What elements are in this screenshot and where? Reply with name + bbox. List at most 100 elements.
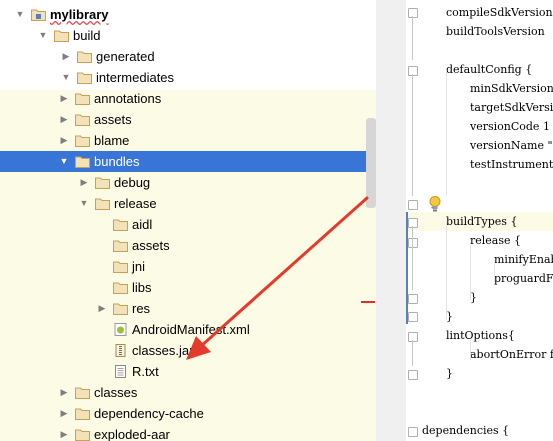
expand-arrow-down-icon[interactable]: ▼ <box>58 151 70 172</box>
tree-item-label: libs <box>132 280 152 295</box>
tree-item-intermediates[interactable]: ▼ intermediates <box>0 67 376 88</box>
project-tree-panel: ▼ mylibrary ▼ build ▶ generated ▼ intermediates… <box>0 0 376 441</box>
fold-toggle-icon[interactable] <box>408 8 418 18</box>
fold-toggle-icon[interactable] <box>408 218 418 228</box>
expand-arrow-right-icon[interactable]: ▶ <box>58 403 70 424</box>
tree-item-label: blame <box>94 133 130 148</box>
fold-toggle-icon[interactable] <box>408 238 418 248</box>
tree-item-res[interactable]: ▶ res <box>0 298 376 319</box>
expand-arrow-right-icon[interactable]: ▶ <box>58 424 70 441</box>
expand-arrow-right-icon[interactable]: ▶ <box>60 46 72 67</box>
code-line: buildToolsVersion <box>446 25 545 38</box>
fold-guide <box>412 340 413 366</box>
folder-icon <box>75 93 90 105</box>
expand-arrow-right-icon[interactable]: ▶ <box>58 130 70 151</box>
expand-arrow-right-icon[interactable]: ▶ <box>58 88 70 109</box>
text-file-icon <box>115 365 126 378</box>
tree-item-r-txt[interactable]: R.txt <box>0 361 376 382</box>
fold-toggle-icon[interactable] <box>408 66 418 76</box>
expand-arrow-down-icon[interactable]: ▼ <box>14 4 26 25</box>
folder-icon <box>95 177 110 189</box>
tree-item-label: build <box>73 28 101 43</box>
tree-item-label: intermediates <box>96 70 175 85</box>
fold-toggle-icon[interactable] <box>408 427 418 437</box>
tree-item-label: classes.jar <box>132 343 194 358</box>
fold-toggle-icon[interactable] <box>408 312 418 322</box>
indent-guide <box>446 70 447 195</box>
folder-icon <box>75 408 90 420</box>
tree-scrollbar[interactable] <box>366 118 376 208</box>
tree-item-androidmanifest-xml[interactable]: AndroidManifest.xml <box>0 319 376 340</box>
fold-guide <box>412 226 413 290</box>
folder-icon <box>113 219 128 231</box>
folder-icon <box>77 51 92 63</box>
fold-guide <box>412 16 413 60</box>
tree-item-libs[interactable]: libs <box>0 277 376 298</box>
tree-item-release[interactable]: ▼ release <box>0 193 376 214</box>
tree-item-label: R.txt <box>132 364 159 379</box>
tree-item-label: generated <box>96 49 155 64</box>
folder-icon <box>75 114 90 126</box>
folder-icon <box>95 198 110 210</box>
tree-item-label: jni <box>132 259 146 274</box>
tree-item-dependency-cache[interactable]: ▶ dependency-cache <box>0 403 376 424</box>
tree-item-generated[interactable]: ▶ generated <box>0 46 376 67</box>
tree-item-assets[interactable]: ▶ assets <box>0 109 376 130</box>
folder-icon <box>113 282 128 294</box>
lightbulb-icon[interactable] <box>428 195 442 213</box>
tree-item-classes-jar[interactable]: classes.jar <box>0 340 376 361</box>
folder-icon <box>75 156 90 168</box>
tree-item-exploded-aar[interactable]: ▶ exploded-aar <box>0 424 376 441</box>
tree-item-assets[interactable]: assets <box>0 235 376 256</box>
code-line: minSdkVersion <box>470 82 553 95</box>
tree-item-debug[interactable]: ▶ debug <box>0 172 376 193</box>
code-line: release { <box>470 234 522 247</box>
tree-item-blame[interactable]: ▶ blame <box>0 130 376 151</box>
tree-item-build[interactable]: ▼ build <box>0 25 376 46</box>
tree-item-label: debug <box>114 175 151 190</box>
indent-guide <box>494 262 495 282</box>
tree-item-label: bundles <box>94 154 140 169</box>
indent-guide <box>470 340 471 360</box>
tree-item-bundles[interactable]: ▼ bundles <box>0 151 376 172</box>
android-manifest-icon <box>114 323 127 336</box>
code-line: abortOnError f <box>470 348 553 361</box>
code-line: } <box>470 291 477 304</box>
tree-item-label: dependency-cache <box>94 406 204 421</box>
code-editor[interactable]: compileSdkVersion buildToolsVersion defaul… <box>406 0 553 441</box>
expand-arrow-right-icon[interactable]: ▶ <box>58 382 70 403</box>
code-line: testInstrument <box>470 158 553 171</box>
code-line: versionName "1 <box>470 139 553 152</box>
indent-guide <box>470 245 471 300</box>
tree-item-aidl[interactable]: aidl <box>0 214 376 235</box>
tree-item-jni[interactable]: jni <box>0 256 376 277</box>
code-line: proguardFi <box>494 272 553 285</box>
code-line: lintOptions{ <box>446 329 515 342</box>
expand-arrow-right-icon[interactable]: ▶ <box>96 298 108 319</box>
fold-toggle-icon[interactable] <box>408 370 418 380</box>
module-folder-icon <box>31 9 46 21</box>
folder-icon <box>75 387 90 399</box>
tree-item-mylibrary[interactable]: ▼ mylibrary <box>0 4 376 25</box>
fold-toggle-icon[interactable] <box>408 200 418 210</box>
fold-toggle-icon[interactable] <box>408 294 418 304</box>
code-line: } <box>446 367 453 380</box>
code-line: versionCode 1 <box>470 120 550 133</box>
expand-arrow-down-icon[interactable]: ▼ <box>60 67 72 88</box>
expand-arrow-right-icon[interactable]: ▶ <box>58 109 70 130</box>
fold-toggle-icon[interactable] <box>408 332 418 342</box>
code-line: defaultConfig { <box>446 63 533 76</box>
folder-icon <box>113 303 128 315</box>
expand-arrow-down-icon[interactable]: ▼ <box>37 25 49 46</box>
expand-arrow-down-icon[interactable]: ▼ <box>78 193 90 214</box>
expand-arrow-right-icon[interactable]: ▶ <box>78 172 90 193</box>
code-line: targetSdkVersi <box>470 101 553 114</box>
folder-icon <box>113 261 128 273</box>
tree-item-classes[interactable]: ▶ classes <box>0 382 376 403</box>
folder-icon <box>75 135 90 147</box>
indent-guide <box>446 222 447 320</box>
folder-icon <box>113 240 128 252</box>
tree-item-annotations[interactable]: ▶ annotations <box>0 88 376 109</box>
jar-file-icon <box>115 344 126 357</box>
folder-icon <box>54 30 69 42</box>
